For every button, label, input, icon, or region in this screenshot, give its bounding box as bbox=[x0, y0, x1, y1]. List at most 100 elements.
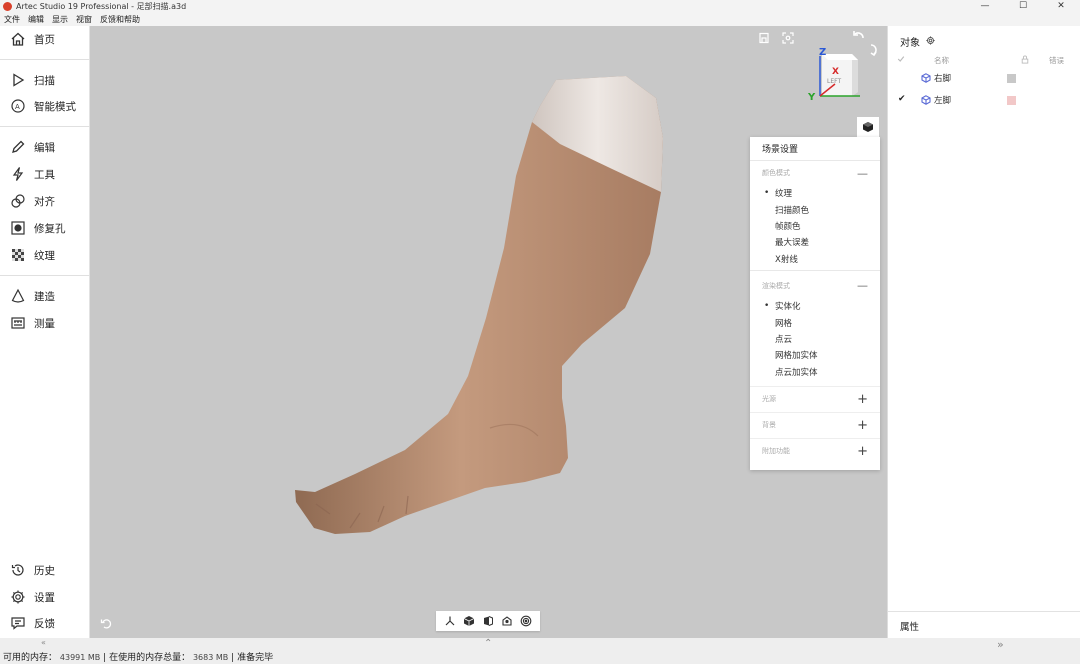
fit-view-icon[interactable] bbox=[781, 31, 795, 45]
objects-panel: 对象 名称 错误 右脚 ✔ 左脚 属性 bbox=[887, 26, 1080, 638]
sidebar-item-edit[interactable]: 编辑 bbox=[0, 135, 90, 159]
settings-gear-icon[interactable] bbox=[926, 35, 935, 48]
sidebar-item-fix-holes[interactable]: 修复孔 bbox=[0, 216, 90, 240]
error-column-header[interactable]: 错误 bbox=[1049, 55, 1064, 66]
render-mode-option-points[interactable]: 点云 bbox=[750, 331, 880, 347]
sidebar-item-feedback[interactable]: 反馈 bbox=[0, 611, 90, 635]
menu-view[interactable]: 显示 bbox=[52, 14, 68, 25]
render-mode-title: 渲染模式 bbox=[762, 281, 790, 290]
scene-settings-toggle[interactable] bbox=[857, 117, 879, 137]
fullscreen-icon[interactable] bbox=[757, 31, 771, 45]
sidebar-item-scan[interactable]: 扫描 bbox=[0, 68, 90, 92]
render-mode-option-mesh-solid[interactable]: 网格加实体 bbox=[750, 347, 880, 363]
3d-viewport[interactable]: LEFT Z X Y 场景设置 颜色模式 — • 纹理 扫描颜色 帧颜色 最大误差… bbox=[90, 26, 887, 638]
sidebar-item-history[interactable]: 历史 bbox=[0, 558, 90, 582]
sidebar-item-texture[interactable]: 纹理 bbox=[0, 243, 90, 267]
svg-text:A: A bbox=[15, 103, 20, 111]
collapse-icon[interactable]: — bbox=[857, 167, 868, 180]
objects-table-header: 名称 错误 bbox=[888, 54, 1080, 68]
cone-icon bbox=[10, 288, 26, 304]
expand-icon[interactable]: + bbox=[857, 418, 868, 433]
expand-icon[interactable]: + bbox=[857, 444, 868, 459]
sidebar-item-label: 首页 bbox=[34, 33, 55, 46]
expand-icon[interactable]: + bbox=[857, 392, 868, 407]
color-mode-option-max-error[interactable]: 最大误差 bbox=[750, 234, 880, 250]
light-icon[interactable] bbox=[499, 613, 515, 629]
undo-view-icon[interactable] bbox=[99, 616, 113, 630]
objects-title: 对象 bbox=[900, 38, 920, 49]
feedback-icon bbox=[10, 615, 26, 631]
menu-help[interactable]: 反馈和帮助 bbox=[100, 14, 140, 25]
lightning-icon bbox=[10, 166, 26, 182]
color-mode-option-texture[interactable]: • 纹理 bbox=[750, 185, 880, 201]
sidebar-item-home[interactable]: 首页 bbox=[0, 27, 90, 51]
check-column-icon bbox=[897, 55, 905, 65]
background-section[interactable]: 背景 + bbox=[750, 411, 880, 438]
sidebar-item-settings[interactable]: 设置 bbox=[0, 585, 90, 609]
sidebar-item-label: 反馈 bbox=[34, 617, 55, 630]
sidebar-item-label: 纹理 bbox=[34, 249, 55, 262]
close-button[interactable]: ✕ bbox=[1042, 0, 1080, 13]
sidebar-item-autopilot[interactable]: A 智能模式 bbox=[0, 94, 90, 118]
color-mode-option-frame-color[interactable]: 帧颜色 bbox=[750, 218, 880, 234]
render-mode-option-mesh[interactable]: 网格 bbox=[750, 314, 880, 330]
render-mode-header[interactable]: 渲染模式 — bbox=[750, 274, 880, 298]
rotate-undo-icon[interactable] bbox=[852, 29, 866, 43]
sidebar-item-tools[interactable]: 工具 bbox=[0, 162, 90, 186]
status-bar: « ⌃ » 可用的内存： 43991 MB | 在使用的内存总量： 3683 M… bbox=[0, 638, 1080, 664]
perspective-cube-icon[interactable] bbox=[480, 613, 496, 629]
menu-bar: 文件 编辑 显示 视窗 反馈和帮助 bbox=[0, 13, 1080, 26]
collapse-panel-icon[interactable]: » bbox=[997, 638, 1004, 651]
axes-icon[interactable] bbox=[442, 613, 458, 629]
color-mode-option-scan-color[interactable]: 扫描颜色 bbox=[750, 201, 880, 217]
minimize-button[interactable]: — bbox=[966, 0, 1004, 13]
object-color-swatch[interactable] bbox=[1007, 74, 1016, 83]
view-cube[interactable]: LEFT Z X Y bbox=[808, 46, 878, 106]
sidebar-item-build[interactable]: 建造 bbox=[0, 284, 90, 308]
render-mode-option-solid[interactable]: • 实体化 bbox=[750, 298, 880, 314]
object-row-right-foot[interactable]: 右脚 bbox=[888, 71, 1080, 87]
object-color-swatch[interactable] bbox=[1007, 96, 1016, 105]
status-separator: | bbox=[231, 653, 235, 663]
axis-z-label: Z bbox=[819, 47, 826, 58]
menu-edit[interactable]: 编辑 bbox=[28, 14, 44, 25]
selected-bullet-icon: • bbox=[764, 301, 770, 312]
axis-x-label: X bbox=[832, 67, 839, 77]
render-mode-option-points-solid[interactable]: 点云加实体 bbox=[750, 364, 880, 380]
sidebar-divider bbox=[0, 275, 90, 276]
object-name: 右脚 bbox=[934, 74, 952, 84]
status-separator: | bbox=[103, 653, 107, 663]
menu-window[interactable]: 视窗 bbox=[76, 14, 92, 25]
lighting-section[interactable]: 光源 + bbox=[750, 385, 880, 412]
extras-section[interactable]: 附加功能 + bbox=[750, 437, 880, 464]
title-bar: Artec Studio 19 Professional - 足部扫描.a3d … bbox=[0, 0, 1080, 13]
color-mode-header[interactable]: 颜色模式 — bbox=[750, 161, 880, 185]
sidebar-item-align[interactable]: 对齐 bbox=[0, 189, 90, 213]
gear-icon bbox=[10, 589, 26, 605]
color-mode-option-xray[interactable]: X射线 bbox=[750, 251, 880, 267]
target-icon[interactable] bbox=[518, 613, 534, 629]
object-row-left-foot[interactable]: ✔ 左脚 bbox=[888, 93, 1080, 109]
option-label: 最大误差 bbox=[775, 238, 810, 249]
option-label: 网格 bbox=[775, 318, 793, 329]
sidebar-item-label: 编辑 bbox=[34, 141, 55, 154]
sidebar-item-measure[interactable]: 测量 bbox=[0, 311, 90, 335]
menu-file[interactable]: 文件 bbox=[4, 14, 20, 25]
section-title: 附加功能 bbox=[762, 447, 790, 456]
cube-icon bbox=[863, 122, 873, 132]
sidebar-item-label: 建造 bbox=[34, 290, 55, 303]
collapse-icon[interactable]: — bbox=[857, 279, 868, 292]
name-column-header[interactable]: 名称 bbox=[934, 55, 949, 66]
maximize-button[interactable]: ☐ bbox=[1004, 0, 1042, 13]
visibility-checkmark-icon[interactable]: ✔ bbox=[898, 94, 906, 104]
solid-cube-icon[interactable] bbox=[461, 613, 477, 629]
section-title: 背景 bbox=[762, 421, 776, 430]
properties-section[interactable]: 属性 bbox=[888, 611, 1080, 638]
sidebar-item-label: 对齐 bbox=[34, 195, 55, 208]
in-use-memory-label: 在使用的内存总量： bbox=[109, 653, 191, 663]
play-icon bbox=[10, 72, 26, 88]
expand-toolbar-icon[interactable]: ⌃ bbox=[484, 638, 492, 649]
mesh-object-icon bbox=[921, 73, 931, 86]
collapse-sidebar-icon[interactable]: « bbox=[41, 638, 46, 647]
ready-status: 准备完毕 bbox=[237, 653, 274, 663]
